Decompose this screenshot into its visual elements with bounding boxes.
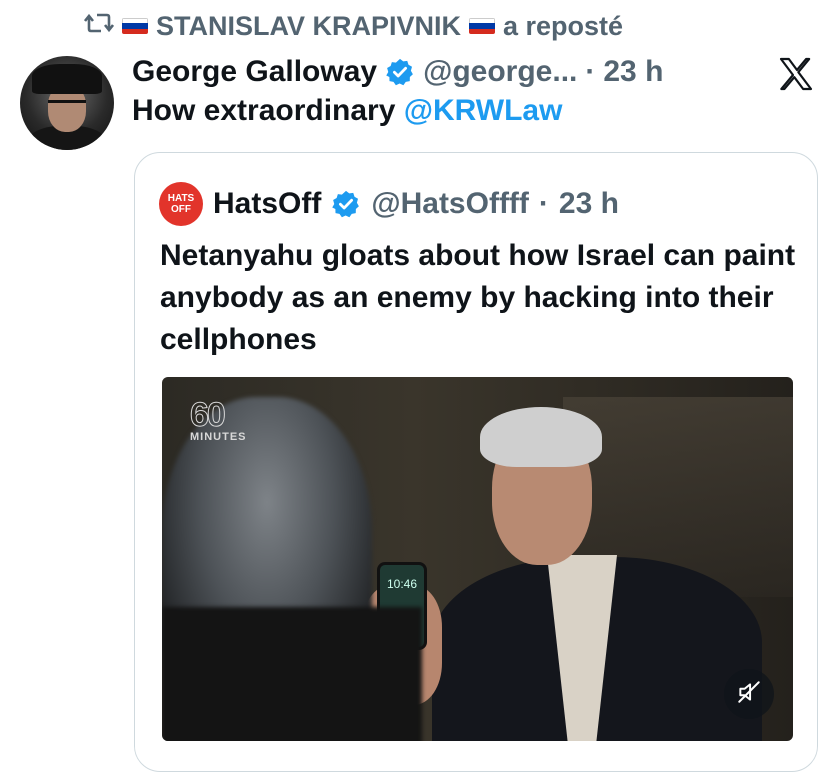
x-logo-icon[interactable] [776, 54, 816, 94]
video-player[interactable]: 10:46 60 MINUTES [162, 377, 793, 741]
phone-time: 10:46 [386, 577, 418, 591]
mention-link[interactable]: @KRWLaw [404, 94, 563, 127]
verified-badge-icon [385, 57, 415, 87]
quoted-author-handle[interactable]: @HatsOffff [371, 187, 529, 221]
video-figure [480, 407, 602, 467]
tweet-text: How extraordinary @KRWLaw [132, 94, 562, 128]
tweet-author-row: George Galloway @george... · 23 h [132, 50, 663, 94]
author-handle[interactable]: @george... [423, 55, 577, 89]
sixty-minutes-logo: 60 MINUTES [190, 396, 247, 444]
author-name[interactable]: George Galloway [132, 55, 377, 89]
repost-header: STANISLAV KRAPIVNIK a reposté [83, 8, 624, 44]
time-separator: · [538, 187, 549, 220]
quoted-author-name[interactable]: HatsOff [213, 187, 321, 221]
quoted-avatar-text: OFF [171, 204, 191, 215]
tweet-text-body: How extraordinary [132, 94, 404, 127]
quoted-author-row: HATS OFF HatsOff @HatsOffff · 23 h [159, 182, 619, 226]
logo-text: MINUTES [190, 431, 247, 443]
author-avatar[interactable] [20, 56, 114, 150]
quoted-tweet-time[interactable]: 23 h [559, 187, 619, 221]
mute-icon [736, 679, 762, 710]
tweet-time[interactable]: 23 h [603, 55, 663, 89]
verified-badge-icon [331, 189, 361, 219]
russia-flag-icon [469, 18, 496, 34]
repost-label: a reposté [503, 10, 624, 41]
quoted-tweet-card[interactable]: HATS OFF HatsOff @HatsOffff · 23 h Netan… [134, 152, 818, 772]
repost-icon [83, 11, 115, 42]
mute-button[interactable] [724, 669, 774, 719]
time-separator: · [585, 55, 596, 88]
logo-number: 60 [190, 396, 227, 434]
quoted-avatar-text: HATS [167, 193, 195, 204]
russia-flag-icon [122, 18, 148, 34]
video-figure [162, 607, 422, 741]
quoted-author-avatar[interactable]: HATS OFF [159, 182, 203, 226]
quoted-tweet-text: Netanyahu gloats about how Israel can pa… [160, 239, 796, 356]
reposter-name[interactable]: STANISLAV KRAPIVNIK [156, 11, 461, 42]
